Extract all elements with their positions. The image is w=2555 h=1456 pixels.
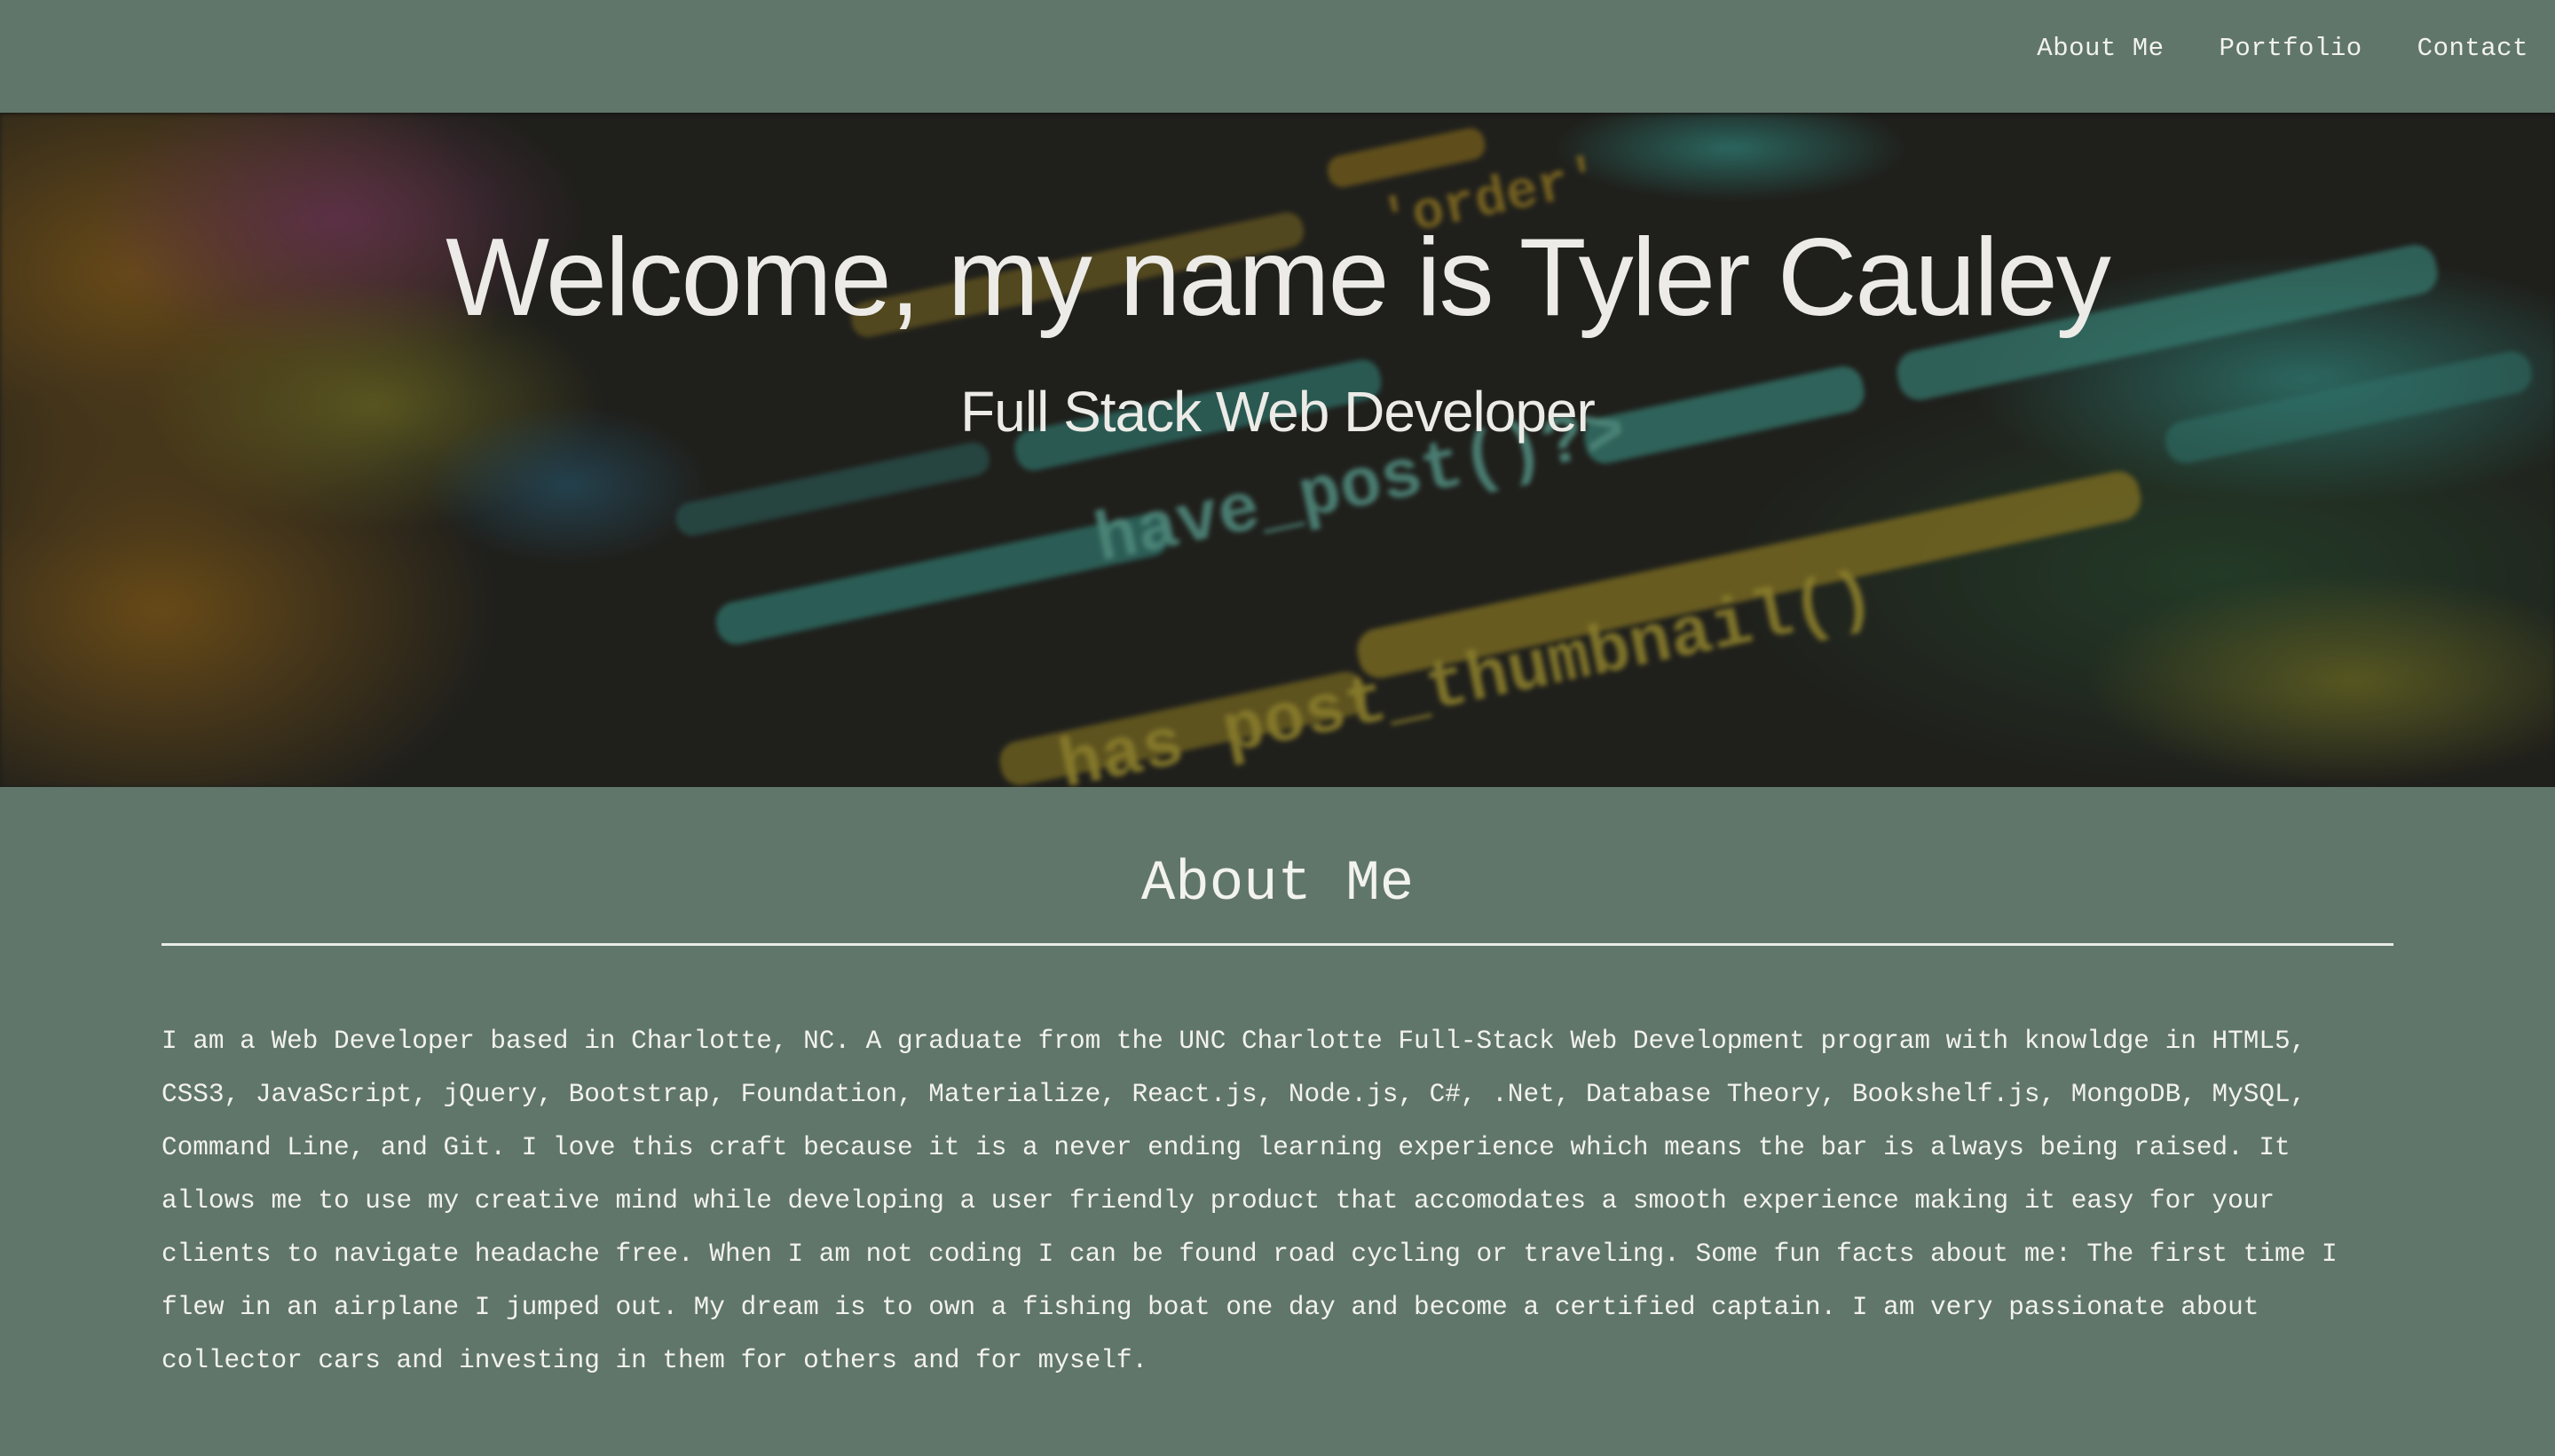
about-divider (162, 943, 2393, 946)
nav-link-contact[interactable]: Contact (2417, 34, 2528, 63)
navbar: About Me Portfolio Contact (0, 0, 2555, 113)
hero-subtitle: Full Stack Web Developer (960, 380, 1596, 444)
nav-link-portfolio[interactable]: Portfolio (2220, 34, 2362, 63)
nav-link-about-me[interactable]: About Me (2037, 34, 2164, 63)
hero-banner: 'order' have_post()?> has post_thumbnail… (0, 113, 2555, 787)
hero-title: Welcome, my name is Tyler Cauley (446, 216, 2111, 339)
nav-links: About Me Portfolio Contact (2037, 34, 2528, 63)
hero-overlay (0, 113, 2555, 787)
about-paragraph: I am a Web Developer based in Charlotte,… (162, 1027, 2338, 1375)
about-heading: About Me (1140, 853, 1415, 917)
